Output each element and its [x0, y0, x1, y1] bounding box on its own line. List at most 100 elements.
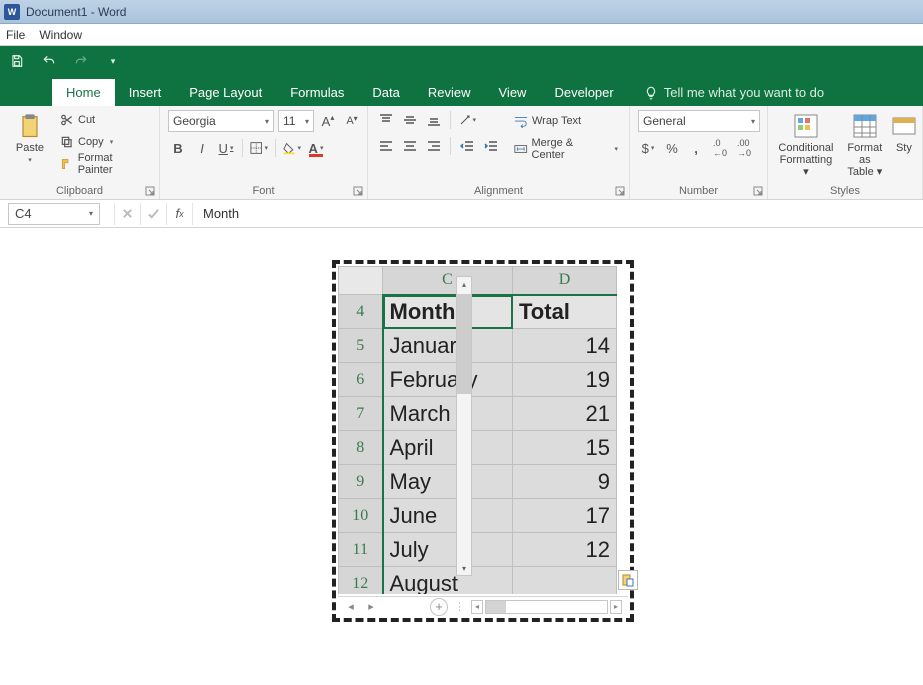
italic-button[interactable]: I: [192, 138, 212, 158]
cell-c4[interactable]: Month: [383, 295, 513, 329]
cell[interactable]: 17: [513, 499, 617, 533]
merge-center-button[interactable]: Merge & Center▾: [511, 138, 621, 160]
align-left-icon[interactable]: [376, 136, 396, 156]
align-bottom-icon[interactable]: [424, 110, 444, 130]
decrease-font-icon[interactable]: A▾: [342, 111, 362, 131]
save-icon[interactable]: [6, 50, 28, 72]
undo-icon[interactable]: [38, 50, 60, 72]
cell[interactable]: 19: [513, 363, 617, 397]
row-header[interactable]: 12: [339, 567, 383, 595]
cancel-formula-icon[interactable]: [114, 203, 140, 225]
font-size-combo[interactable]: 11▾: [278, 110, 314, 132]
scroll-up-icon[interactable]: ▴: [456, 276, 472, 292]
scroll-left-icon[interactable]: ◂: [471, 600, 483, 614]
decrease-indent-icon[interactable]: [457, 136, 477, 156]
cell[interactable]: July: [383, 533, 513, 567]
column-header-c[interactable]: C: [383, 267, 513, 295]
borders-icon[interactable]: [249, 138, 269, 158]
font-name-combo[interactable]: Georgia▾: [168, 110, 274, 132]
increase-font-icon[interactable]: A▴: [318, 111, 338, 131]
wrap-text-button[interactable]: Wrap Text: [511, 110, 621, 132]
orientation-icon[interactable]: [457, 110, 477, 130]
cell[interactable]: 14: [513, 329, 617, 363]
tab-view[interactable]: View: [485, 79, 541, 106]
row-header[interactable]: 7: [339, 397, 383, 431]
cell[interactable]: May: [383, 465, 513, 499]
comma-format-icon[interactable]: ,: [686, 138, 706, 158]
enter-formula-icon[interactable]: [140, 203, 166, 225]
align-right-icon[interactable]: [424, 136, 444, 156]
align-middle-icon[interactable]: [400, 110, 420, 130]
cell[interactable]: 12: [513, 533, 617, 567]
formula-input[interactable]: Month: [192, 203, 923, 225]
horizontal-scrollbar[interactable]: ◂ ▸: [471, 600, 622, 614]
spreadsheet-grid[interactable]: C D 4 Month Total 5January14 6February19…: [338, 266, 617, 594]
row-header[interactable]: 10: [339, 499, 383, 533]
scroll-down-icon[interactable]: ▾: [456, 560, 472, 576]
cell-styles-button[interactable]: Sty: [894, 110, 914, 156]
accounting-format-icon[interactable]: $: [638, 138, 658, 158]
sheet-nav-next-icon[interactable]: ▸: [364, 600, 378, 613]
clipboard-launcher-icon[interactable]: [145, 185, 157, 197]
cut-button[interactable]: Cut: [58, 110, 151, 130]
row-header[interactable]: 11: [339, 533, 383, 567]
alignment-launcher-icon[interactable]: [615, 185, 627, 197]
align-top-icon[interactable]: [376, 110, 396, 130]
conditional-formatting-button[interactable]: Conditional Formatting ▾: [776, 110, 836, 180]
menu-file[interactable]: File: [6, 28, 25, 42]
increase-decimal-icon[interactable]: .0←0: [710, 138, 730, 158]
tab-developer[interactable]: Developer: [540, 79, 627, 106]
menu-window[interactable]: Window: [39, 28, 82, 42]
sheet-nav-prev-icon[interactable]: ◂: [344, 600, 358, 613]
copy-button[interactable]: Copy▾: [58, 132, 151, 152]
row-header[interactable]: 5: [339, 329, 383, 363]
cell[interactable]: 9: [513, 465, 617, 499]
percent-format-icon[interactable]: %: [662, 138, 682, 158]
cell-d4[interactable]: Total: [513, 295, 617, 329]
cell[interactable]: March: [383, 397, 513, 431]
name-box[interactable]: C4▾: [8, 203, 100, 225]
tab-review[interactable]: Review: [414, 79, 485, 106]
cell[interactable]: April: [383, 431, 513, 465]
row-header[interactable]: 4: [339, 295, 383, 329]
cell[interactable]: [513, 567, 617, 595]
row-header[interactable]: 9: [339, 465, 383, 499]
fx-icon[interactable]: fx: [166, 203, 192, 225]
paste-options-icon[interactable]: [618, 570, 638, 590]
tab-data[interactable]: Data: [358, 79, 413, 106]
scroll-right-icon[interactable]: ▸: [610, 600, 622, 614]
tab-insert[interactable]: Insert: [115, 79, 176, 106]
paste-button[interactable]: Paste ▾: [8, 110, 52, 166]
fill-color-icon[interactable]: [282, 138, 302, 158]
cell[interactable]: January: [383, 329, 513, 363]
redo-icon[interactable]: [70, 50, 92, 72]
number-format-combo[interactable]: General▾: [638, 110, 760, 132]
embedded-worksheet[interactable]: C D 4 Month Total 5January14 6February19…: [332, 260, 634, 622]
font-color-icon[interactable]: A: [306, 138, 326, 158]
number-launcher-icon[interactable]: [753, 185, 765, 197]
increase-indent-icon[interactable]: [481, 136, 501, 156]
column-header-d[interactable]: D: [513, 267, 617, 295]
cell[interactable]: 21: [513, 397, 617, 431]
font-launcher-icon[interactable]: [353, 185, 365, 197]
align-center-icon[interactable]: [400, 136, 420, 156]
tell-me-search[interactable]: Tell me what you want to do: [634, 79, 834, 106]
underline-button[interactable]: U: [216, 138, 236, 158]
row-header[interactable]: 6: [339, 363, 383, 397]
tab-home[interactable]: Home: [52, 79, 115, 106]
select-all-corner[interactable]: [339, 267, 383, 295]
cell[interactable]: 15: [513, 431, 617, 465]
vertical-scrollbar[interactable]: ▴ ▾: [456, 276, 472, 576]
format-painter-button[interactable]: Format Painter: [58, 154, 151, 174]
tab-formulas[interactable]: Formulas: [276, 79, 358, 106]
cell[interactable]: February: [383, 363, 513, 397]
cell[interactable]: June: [383, 499, 513, 533]
qat-customize-icon[interactable]: ▾: [102, 50, 124, 72]
format-as-table-button[interactable]: Format as Table ▾: [842, 110, 888, 180]
decrease-decimal-icon[interactable]: .00→0: [734, 138, 754, 158]
new-sheet-icon[interactable]: +: [430, 598, 448, 616]
bold-button[interactable]: B: [168, 138, 188, 158]
tab-page-layout[interactable]: Page Layout: [175, 79, 276, 106]
cell[interactable]: August: [383, 567, 513, 595]
row-header[interactable]: 8: [339, 431, 383, 465]
